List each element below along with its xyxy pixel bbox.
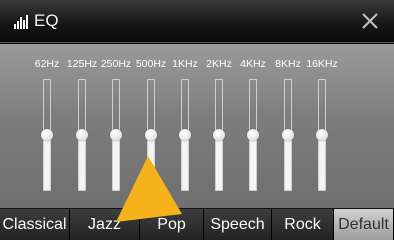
preset-bar: Classical Jazz Pop Speech Rock Default: [0, 208, 394, 240]
band-slider-knob[interactable]: [282, 129, 294, 141]
band-slider-fill: [79, 135, 85, 190]
header-bar: EQ: [0, 0, 394, 43]
band-slider-knob[interactable]: [76, 129, 88, 141]
preset-button-pop[interactable]: Pop: [140, 209, 204, 240]
band-label: 62Hz: [34, 58, 60, 70]
band-label: 250Hz: [100, 58, 132, 70]
band-slider-knob[interactable]: [179, 129, 191, 141]
band-slider-fill: [319, 135, 325, 190]
band-label: 4KHz: [240, 58, 266, 70]
page-title: EQ: [34, 11, 59, 30]
band-slider-fill: [285, 135, 291, 190]
preset-button-default[interactable]: Default: [334, 209, 394, 240]
band-slider-fill: [113, 135, 119, 190]
band-slider-knob[interactable]: [316, 129, 328, 141]
preset-button-rock[interactable]: Rock: [272, 209, 334, 240]
band-slider-fill: [148, 135, 154, 190]
band-slider-knob[interactable]: [41, 129, 53, 141]
band-slider-fill: [216, 135, 222, 190]
band-slider-knob[interactable]: [145, 129, 157, 141]
band-slider-knob[interactable]: [213, 129, 225, 141]
preset-button-jazz[interactable]: Jazz: [70, 209, 140, 240]
band-slider-fill: [250, 135, 256, 190]
equalizer-bars-icon: [14, 15, 28, 29]
preset-button-classical[interactable]: Classical: [0, 209, 70, 240]
band-slider-knob[interactable]: [247, 129, 259, 141]
band-slider-fill: [182, 135, 188, 190]
preset-button-speech[interactable]: Speech: [204, 209, 272, 240]
close-icon[interactable]: [358, 9, 382, 33]
equalizer-panel: 62Hz 125Hz 250Hz 500Hz 1KHz 2KHz 4KHz 8KHz 16KHz: [0, 44, 394, 208]
band-slider-fill: [44, 135, 50, 190]
band-label: 16KHz: [306, 58, 338, 70]
band-slider-knob[interactable]: [110, 129, 122, 141]
eq-screen: EQ 62Hz 125Hz 250Hz 500Hz 1KHz 2KHz 4KHz 8KHz 16…: [0, 0, 394, 240]
